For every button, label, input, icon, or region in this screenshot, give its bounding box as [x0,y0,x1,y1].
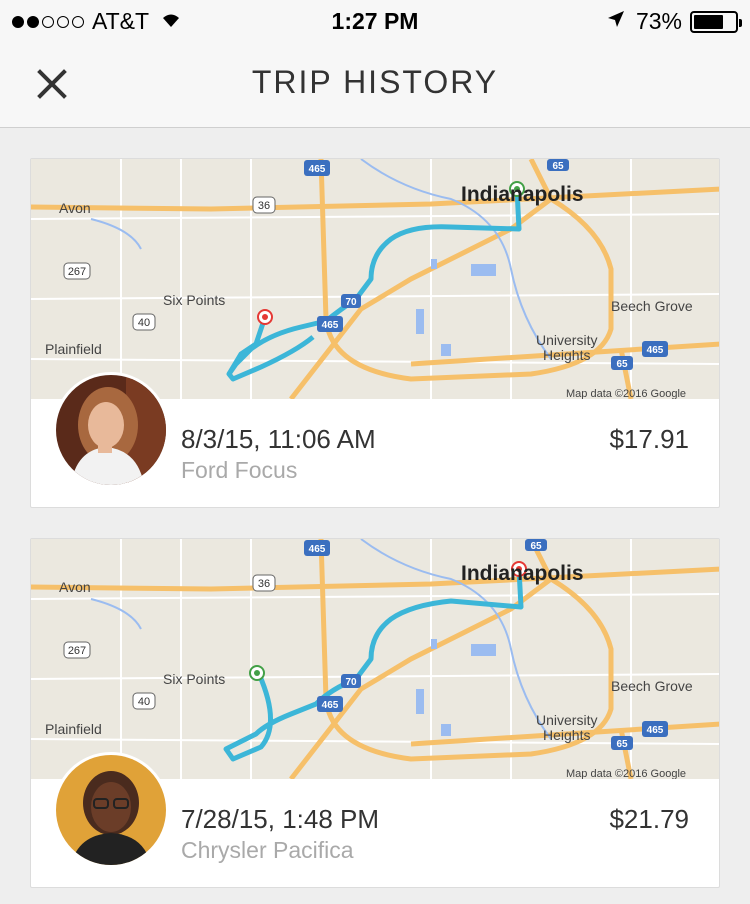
map-label: Plainfield [45,721,102,737]
map-label: Avon [59,579,91,595]
nav-bar: TRIP HISTORY [0,40,750,128]
trip-price: $21.79 [609,804,689,834]
location-arrow-icon [606,8,626,35]
map-label: Avon [59,200,91,216]
map-shield: 40 [138,317,150,329]
map-label: Heights [543,347,590,363]
status-right: 73% [606,8,742,35]
trip-date: 8/3/15, 11:06 AM [181,424,376,454]
map-label: University [536,712,597,728]
map-label: Plainfield [45,341,102,357]
route-map: 465 465 465 65 65 70 36 267 40 Avon Indi… [31,539,719,779]
map-shield: 65 [552,161,564,172]
trip-card[interactable]: 465 465 465 65 65 70 36 267 40 Avon Indi… [30,538,720,888]
map-label: Six Points [163,671,225,687]
map-shield: 65 [530,541,542,552]
driver-avatar [53,372,169,488]
driver-avatar [53,752,169,868]
map-shield: 70 [345,297,357,308]
route-map: 465 465 465 65 65 70 36 267 40 Avon Indi… [31,159,719,399]
map-shield: 465 [309,164,326,175]
map-credit: Map data ©2016 Google [566,768,686,779]
map-shield: 465 [647,725,664,736]
trip-car: Ford Focus [181,457,298,483]
status-bar: AT&T 1:27 PM 73% [0,0,750,40]
map-shield: 465 [309,544,326,555]
map-shield: 465 [647,345,664,356]
map-shield: 70 [345,677,357,688]
map-shield: 267 [68,645,86,657]
map-credit: Map data ©2016 Google [566,388,686,399]
map-label: University [536,332,597,348]
map-label: Indianapolis [461,183,584,206]
trip-price: $17.91 [609,424,689,454]
map-label: Beech Grove [611,298,693,314]
trip-date: 7/28/15, 1:48 PM [181,804,380,834]
map-shield: 65 [616,359,628,370]
trip-car: Chrysler Pacifica [181,837,354,863]
map-label: Heights [543,727,590,743]
map-shield: 465 [322,700,339,711]
battery-icon [690,10,742,33]
map-shield: 40 [138,696,150,708]
map-shield: 65 [616,739,628,750]
map-shield: 36 [258,578,270,590]
battery-percent: 73% [635,8,682,34]
trip-card[interactable]: 465 465 465 65 65 70 36 267 40 Avon Indi… [30,158,720,508]
map-label: Six Points [163,292,225,308]
map-shield: 267 [68,266,86,278]
map-label: Beech Grove [611,678,693,694]
map-shield: 465 [322,320,339,331]
map-shield: 36 [258,200,270,212]
map-label: Indianapolis [461,562,584,585]
page-title: TRIP HISTORY [251,64,499,100]
